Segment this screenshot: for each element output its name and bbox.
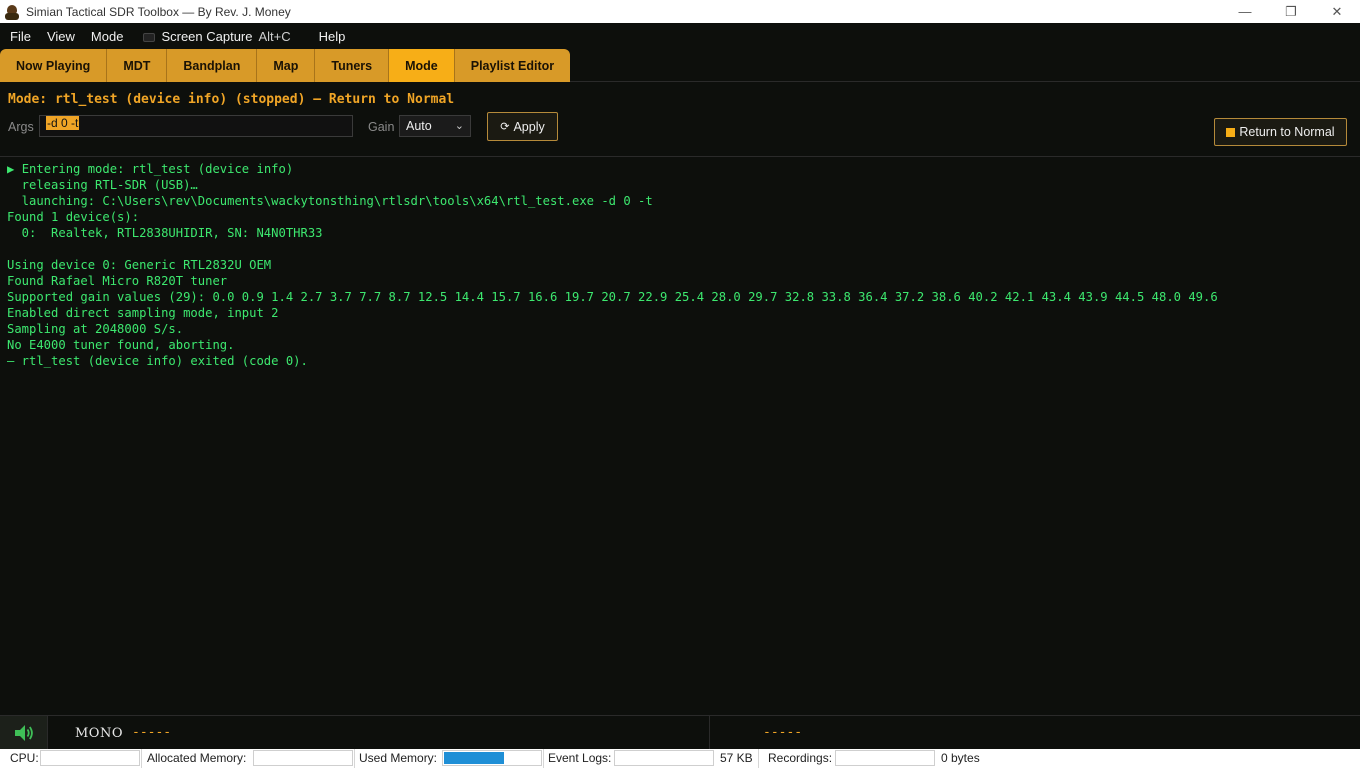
console-line: Enabled direct sampling mode, input 2 (7, 306, 279, 320)
menu-file[interactable]: File (0, 29, 39, 44)
play-icon: ▶ (7, 162, 22, 176)
return-to-normal-button[interactable]: Return to Normal (1214, 118, 1347, 146)
refresh-icon: ⟳ (500, 121, 510, 133)
args-value: -d 0 -t (46, 116, 80, 130)
title-bar: Simian Tactical SDR Toolbox — By Rev. J.… (0, 0, 1360, 23)
used-memory-label: Used Memory: (359, 751, 438, 765)
used-memory-fill (444, 752, 504, 764)
minimize-button[interactable]: — (1222, 0, 1268, 23)
tab-bandplan[interactable]: Bandplan (167, 49, 258, 82)
cpu-meter (40, 750, 140, 766)
chevron-down-icon: ⌄ (454, 120, 464, 132)
event-logs-meter (614, 750, 714, 766)
menu-screen-capture[interactable]: Screen Capture (161, 29, 252, 44)
apply-button[interactable]: ⟳ Apply (487, 112, 558, 141)
close-button[interactable]: ✕ (1314, 0, 1360, 23)
audio-strip: MONO ----- ----- (0, 715, 1360, 750)
allocated-memory-meter (253, 750, 353, 766)
mode-panel: Mode: rtl_test (device info) (stopped) —… (0, 82, 1360, 157)
speaker-button[interactable] (0, 716, 47, 750)
used-memory-meter (442, 750, 542, 766)
console-line: releasing RTL-SDR (USB)… (7, 178, 198, 192)
console-line: Using device 0: Generic RTL2832U OEM (7, 258, 272, 272)
cpu-label: CPU: (10, 751, 39, 765)
menu-view[interactable]: View (39, 29, 83, 44)
tab-map[interactable]: Map (257, 49, 316, 82)
console-line: Found 1 device(s): (7, 210, 140, 224)
console-line: 0: Realtek, RTL2838UHIDIR, SN: N4N0THR33 (7, 226, 323, 240)
menu-bar: File View Mode Screen Capture Alt+C Help (0, 23, 1360, 49)
recordings-label: Recordings: (768, 751, 833, 765)
tab-playlist-editor[interactable]: Playlist Editor (455, 49, 570, 82)
right-readout: ----- (763, 725, 803, 740)
console-line: Supported gain values (29): 0.0 0.9 1.4 … (7, 290, 1218, 304)
left-readout: ----- (132, 725, 172, 740)
screen-capture-shortcut: Alt+C (258, 28, 291, 44)
tab-now-playing[interactable]: Now Playing (0, 49, 108, 82)
console-line: launching: C:\Users\rev\Documents\wackyt… (7, 194, 653, 208)
console-line: Sampling at 2048000 S/s. (7, 322, 184, 336)
menu-help[interactable]: Help (311, 29, 354, 44)
gain-select[interactable]: Auto ⌄ (399, 115, 471, 137)
tab-bar: Now Playing MDT Bandplan Map Tuners Mode… (0, 49, 1360, 82)
return-label: Return to Normal (1239, 125, 1335, 139)
tab-tuners[interactable]: Tuners (315, 49, 390, 82)
menu-mode[interactable]: Mode (83, 29, 132, 44)
console-line: Found Rafael Micro R820T tuner (7, 274, 228, 288)
recordings-size: 0 bytes (941, 751, 980, 765)
console-line: No E4000 tuner found, aborting. (7, 338, 235, 352)
args-input[interactable]: -d 0 -t (39, 115, 353, 137)
gain-label: Gain (368, 120, 395, 134)
event-logs-size: 57 KB (720, 751, 753, 765)
channel-mode-label: MONO (75, 726, 124, 741)
event-logs-label: Event Logs: (548, 751, 612, 765)
args-label: Args (8, 120, 34, 134)
gain-value: Auto (406, 119, 432, 133)
stop-icon (1226, 127, 1236, 137)
app-logo-icon (4, 4, 20, 20)
allocated-memory-label: Allocated Memory: (147, 751, 247, 765)
apply-label: Apply (513, 119, 545, 134)
recordings-meter (835, 750, 935, 766)
console-output[interactable]: ▶ Entering mode: rtl_test (device info) … (0, 158, 1360, 714)
console-line: — rtl_test (device info) exited (code 0)… (7, 354, 308, 368)
maximize-button[interactable]: ❐ (1268, 0, 1314, 23)
speaker-icon (14, 725, 33, 741)
mode-status-title: Mode: rtl_test (device info) (stopped) —… (8, 92, 455, 107)
console-line: ▶ Entering mode: rtl_test (device info) (7, 162, 294, 176)
window-title: Simian Tactical SDR Toolbox — By Rev. J.… (26, 4, 291, 19)
camera-icon (143, 32, 156, 42)
tab-mdt[interactable]: MDT (107, 49, 168, 82)
tab-mode[interactable]: Mode (389, 49, 455, 82)
status-bar: CPU: Allocated Memory: Used Memory: Even… (0, 749, 1360, 768)
